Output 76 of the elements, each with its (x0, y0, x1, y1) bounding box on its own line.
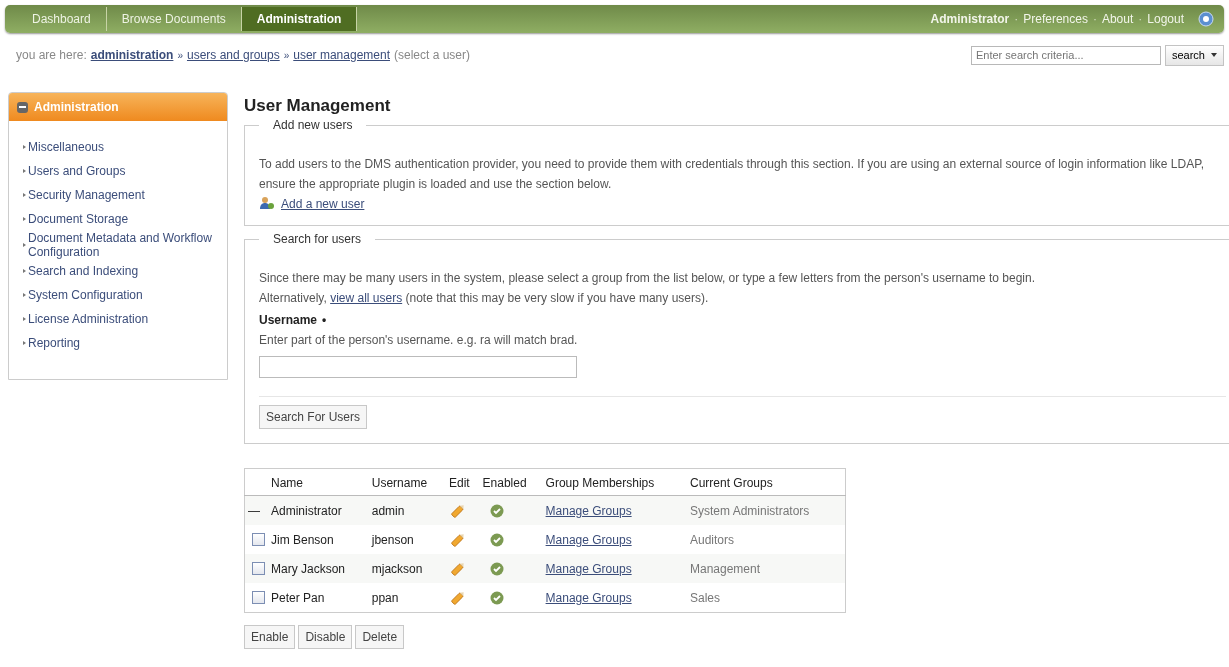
sidebar-title: Administration (34, 100, 119, 114)
table-cell: jbenson (368, 525, 446, 554)
table-cell: mjackson (368, 554, 446, 583)
column-header: Username (368, 468, 446, 496)
username-field[interactable] (259, 356, 577, 378)
row-checkbox[interactable] (252, 591, 265, 604)
section-legend: Add new users (259, 118, 367, 132)
table-cell: Administrator (268, 495, 369, 525)
bullet-icon (23, 169, 26, 173)
search-users-button[interactable]: Search For Users (259, 405, 368, 429)
breadcrumb-label: you are here: (16, 48, 87, 62)
column-header: Group Memberships (542, 468, 687, 496)
sidebar-item[interactable]: Users and Groups (28, 164, 126, 178)
sidebar-item[interactable]: Miscellaneous (28, 140, 105, 154)
action-button[interactable]: Disable (298, 625, 353, 649)
breadcrumb-link[interactable]: users and groups (186, 48, 280, 62)
collapse-icon[interactable] (17, 101, 28, 113)
breadcrumb-note: (select a user) (394, 48, 471, 62)
section-description: To add users to the DMS authentication provider, you need to provide them with credentials through this section. If you are using an external source of login information like LDAP, ensure the appropriate plugin is loaded and use the section below. (259, 156, 1205, 193)
bullet-icon (23, 317, 26, 321)
breadcrumb-separator: » (283, 49, 290, 61)
separator-dot: · (1014, 12, 1019, 26)
bullet-icon (23, 341, 26, 345)
column-header: Enabled (479, 468, 543, 496)
separator-dot: · (1138, 12, 1143, 26)
sidebar-item[interactable]: Document Storage (28, 212, 129, 226)
separator-dot: · (1092, 12, 1097, 26)
row-checkbox[interactable] (252, 562, 265, 575)
table-cell: ppan (368, 583, 446, 613)
table-cell: Jim Benson (268, 525, 369, 554)
manage-groups-link[interactable]: Manage Groups (545, 532, 632, 547)
section-description: Since there may be many users in the system, please select a group from the list below, or type a few letters from the person's username to begin. (259, 270, 1036, 287)
bullet-icon (23, 217, 26, 221)
user-add-icon (259, 196, 275, 211)
row-dash: — (248, 503, 260, 518)
breadcrumb-separator: » (177, 49, 183, 61)
bullet-icon (23, 193, 26, 197)
table-cell: Mary Jackson (268, 554, 369, 583)
table-cell: Peter Pan (268, 583, 369, 613)
table-cell: Auditors (687, 525, 846, 554)
action-button[interactable]: Delete (355, 625, 405, 649)
add-user-link[interactable]: Add a new user (281, 196, 365, 211)
help-icon (1198, 11, 1214, 27)
bullet-icon (23, 269, 26, 273)
bullet-icon (23, 243, 26, 247)
breadcrumb-link[interactable]: administration (90, 48, 174, 62)
bullet-icon (23, 293, 26, 297)
search-field[interactable]: Enter search criteria... (970, 45, 1161, 65)
sidebar-item[interactable]: Search and Indexing (28, 264, 139, 278)
action-button[interactable]: Enable (244, 625, 296, 649)
required-mark: • (322, 312, 327, 329)
section-legend: Search for users (259, 232, 376, 246)
row-checkbox[interactable] (252, 533, 265, 546)
section-description: Alternatively, view all users (note that this may be very slow if you have many users). (259, 290, 710, 307)
table-cell: admin (368, 495, 446, 525)
breadcrumb-link[interactable]: user management (293, 48, 390, 62)
bullet-icon (23, 145, 26, 149)
caret-icon (1211, 53, 1217, 57)
view-all-link[interactable]: view all users (330, 291, 403, 305)
table-cell: Sales (687, 583, 846, 613)
column-header: Current Groups (687, 468, 846, 496)
manage-groups-link[interactable]: Manage Groups (545, 590, 632, 605)
field-hint: Enter part of the person's username. e.g. ra will match brad. (259, 332, 579, 349)
search-button[interactable]: search (1164, 44, 1224, 66)
sidebar-item[interactable]: System Configuration (28, 288, 143, 302)
field-label: Username (259, 312, 318, 329)
nav-tab[interactable]: Administration (241, 7, 358, 31)
table-cell: Management (687, 554, 846, 583)
column-header: Name (268, 468, 369, 496)
table-cell: System Administrators (687, 495, 846, 525)
sidebar-item[interactable]: Security Management (28, 188, 145, 202)
sidebar-item[interactable]: Reporting (28, 336, 81, 350)
sidebar-item[interactable]: Document Metadata and Workflow Configuration (28, 231, 227, 259)
sidebar-item[interactable]: License Administration (28, 312, 149, 326)
column-header: Edit (446, 468, 480, 496)
page-title: User Management (244, 96, 392, 116)
